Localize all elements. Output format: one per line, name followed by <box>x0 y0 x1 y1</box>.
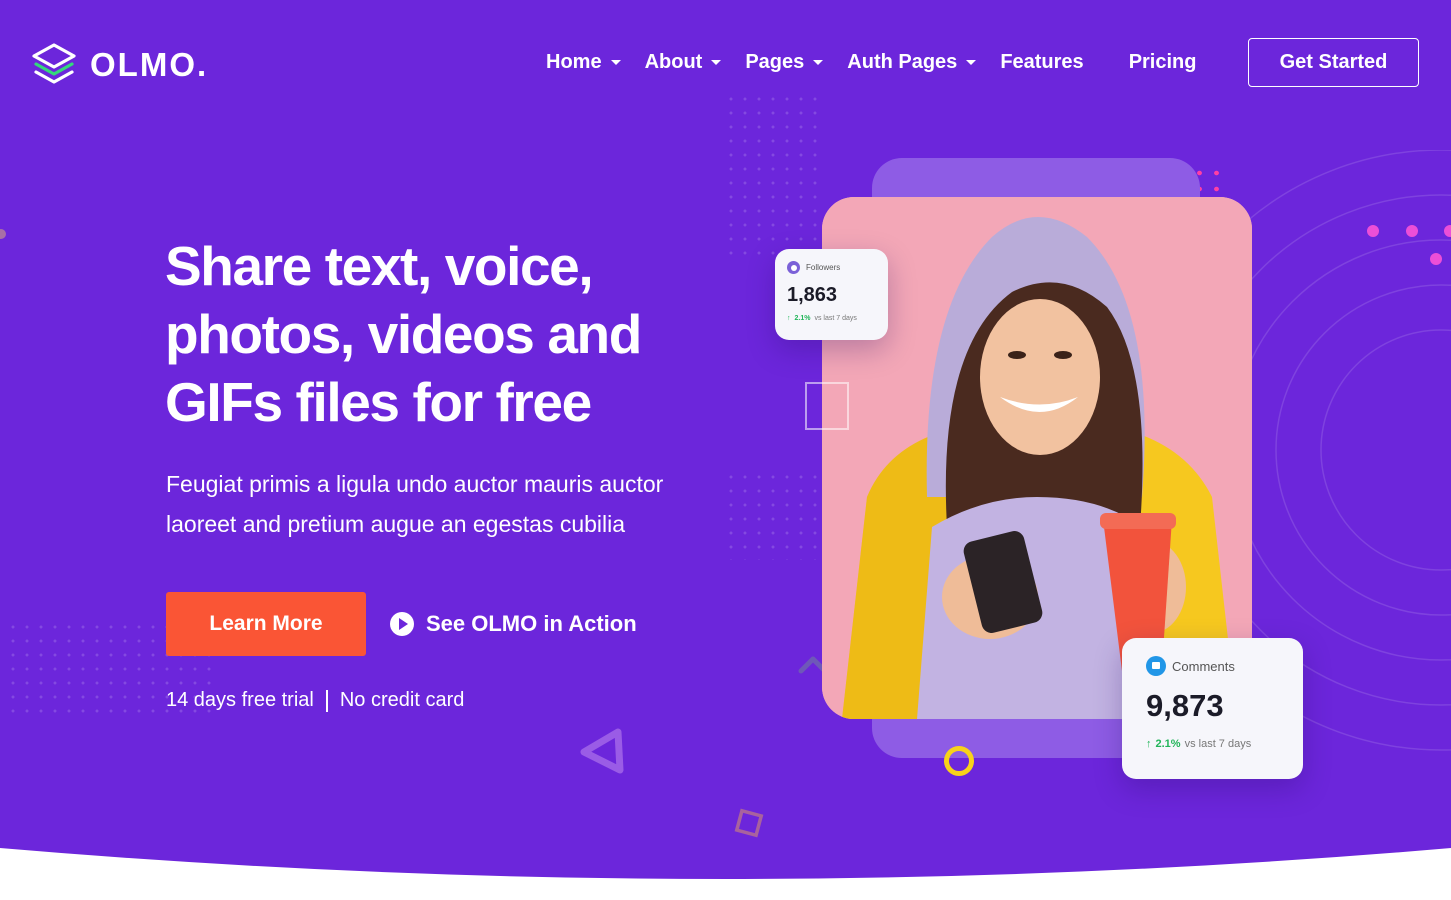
stat-header: Comments <box>1146 656 1279 676</box>
stat-title: Comments <box>1172 658 1235 674</box>
hero-headline: Share text, voice, photos, videos and GI… <box>165 232 725 436</box>
nav-item-label: Features <box>1000 51 1084 73</box>
pink-dot-decoration <box>1430 253 1442 265</box>
square-outline-decoration <box>805 382 849 430</box>
subtext-line: laoreet and pretium augue an egestas cub… <box>166 511 626 537</box>
stat-change: 2.1% <box>1155 738 1181 750</box>
stat-period: vs last 7 days <box>814 315 857 322</box>
stat-period: vs last 7 days <box>1184 738 1252 750</box>
square-outline-decoration <box>734 808 764 838</box>
nav-item-about[interactable]: About <box>645 51 722 74</box>
followers-stat-card: Followers 1,863 ↑ 2.1% vs last 7 days <box>775 249 888 340</box>
arrow-up-icon: ↑ <box>1146 738 1152 750</box>
learn-more-button[interactable]: Learn More <box>166 592 366 656</box>
stat-trend: ↑ 2.1% vs last 7 days <box>787 315 876 322</box>
headline-line: photos, videos and <box>165 303 642 365</box>
hero-subtext: Feugiat primis a ligula undo auctor maur… <box>166 464 726 544</box>
triangle-decoration <box>580 728 624 774</box>
trial-note: 14 days free trial No credit card <box>166 689 464 712</box>
layers-icon <box>32 43 76 84</box>
user-icon <box>787 261 800 274</box>
followers-count: 1,863 <box>787 284 838 306</box>
pink-dot-decoration <box>1406 225 1418 237</box>
nav-item-pages[interactable]: Pages <box>745 51 824 74</box>
no-card-text: No credit card <box>339 689 465 711</box>
hero-section: OLMO. Home About Pages Auth Pages Featur… <box>0 0 1451 900</box>
nav-item-label: Pricing <box>1128 51 1197 73</box>
play-icon <box>390 612 414 636</box>
caret-down-icon <box>711 60 722 65</box>
dot-grid-decoration <box>724 92 820 262</box>
yellow-ring-decoration <box>944 746 974 776</box>
headline-line: Share text, voice, <box>165 235 594 297</box>
subtext-line: Feugiat primis a ligula undo auctor maur… <box>166 471 664 497</box>
arrow-up-icon: ↑ <box>787 315 791 322</box>
see-in-action-link[interactable]: See OLMO in Action <box>390 611 637 637</box>
divider <box>325 689 328 712</box>
pink-dot-decoration <box>1444 225 1451 237</box>
see-in-action-label: See OLMO in Action <box>426 611 637 636</box>
nav-item-features[interactable]: Features <box>1000 51 1083 74</box>
nav-item-auth-pages[interactable]: Auth Pages <box>847 51 977 74</box>
nav-item-label: Pages <box>745 51 805 73</box>
nav-item-pricing[interactable]: Pricing <box>1129 51 1197 74</box>
bottom-wave-divider <box>0 848 1451 900</box>
stat-header: Followers <box>787 261 876 274</box>
nav-item-label: About <box>644 51 703 73</box>
comments-stat-card: Comments 9,873 ↑ 2.1% vs last 7 days <box>1122 638 1303 779</box>
comments-count: 9,873 <box>1146 688 1224 723</box>
trial-text: 14 days free trial <box>166 689 314 711</box>
stat-title: Followers <box>806 263 841 272</box>
caret-down-icon <box>966 60 977 65</box>
chat-bubble-icon <box>1146 656 1166 676</box>
nav-item-label: Auth Pages <box>847 51 958 73</box>
stat-change: 2.1% <box>794 315 811 322</box>
brand-name: OLMO. <box>90 46 209 83</box>
get-started-button[interactable]: Get Started <box>1248 38 1419 87</box>
caret-down-icon <box>813 60 824 65</box>
caret-down-icon <box>610 60 621 65</box>
dot-grid-decoration <box>724 470 820 560</box>
nav-item-label: Home <box>546 51 602 73</box>
brand-logo[interactable]: OLMO. <box>30 42 208 88</box>
stat-trend: ↑ 2.1% vs last 7 days <box>1146 738 1279 750</box>
pink-dot-decoration <box>1367 225 1379 237</box>
headline-line: GIFs files for free <box>165 371 592 433</box>
nav-item-home[interactable]: Home <box>546 51 621 74</box>
dot-decoration <box>0 229 6 239</box>
main-nav: Home About Pages Auth Pages Features Pri… <box>546 51 1220 74</box>
